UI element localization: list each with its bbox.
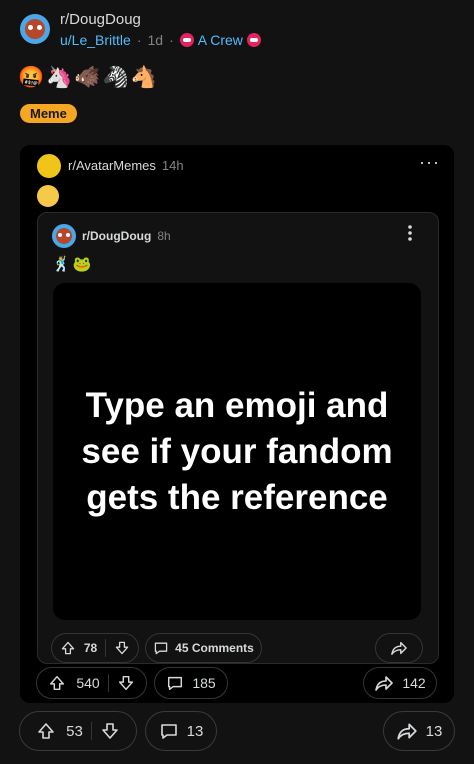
- post-vote-count: 53: [66, 722, 83, 740]
- divider: [107, 674, 109, 692]
- crosspost-age: 14h: [161, 158, 184, 173]
- crosspost-subreddit-avatar[interactable]: [37, 154, 61, 178]
- post-vote-bar: 53: [19, 711, 137, 751]
- inner-comments-label: 45 Comments: [175, 641, 254, 655]
- comment-icon: [153, 640, 169, 656]
- doug-face-icon: [25, 19, 45, 39]
- inner-header: r/DougDoug 8h: [82, 229, 171, 243]
- inner-title-emojis: 🕺 🐸: [52, 255, 91, 273]
- meta-separator: ·: [169, 32, 174, 48]
- comment-icon: [159, 721, 179, 741]
- inner-subreddit-avatar[interactable]: [52, 224, 76, 248]
- subreddit-name[interactable]: r/DougDoug: [60, 11, 141, 28]
- crosspost-vote-bar: 540: [36, 667, 147, 699]
- post-share-count: 13: [425, 722, 443, 740]
- crosspost-vote-count: 540: [76, 675, 100, 691]
- upvote-icon[interactable]: [36, 721, 56, 741]
- share-icon: [374, 674, 394, 692]
- inner-more-options-icon[interactable]: [404, 224, 416, 242]
- post-comments-count: 13: [186, 722, 204, 740]
- post-age: 1d: [147, 32, 164, 48]
- downvote-icon[interactable]: [100, 721, 120, 741]
- inner-vote-count: 78: [83, 641, 98, 655]
- crosspost-more-options-icon[interactable]: ···: [419, 152, 440, 173]
- user-flair-label: A Crew: [197, 32, 243, 48]
- meme-image[interactable]: Type an emoji and see if your fandom get…: [53, 283, 421, 620]
- inner-vote-bar: 78: [51, 633, 139, 663]
- emoji: 🐗: [74, 66, 101, 89]
- post-meta: u/Le_Brittle · 1d · A Crew: [60, 32, 261, 48]
- share-icon: [396, 721, 418, 741]
- crosspost-comments-count: 185: [192, 675, 216, 691]
- meme-caption: Type an emoji and see if your fandom get…: [81, 385, 393, 517]
- divider: [105, 639, 107, 657]
- crosspost-header: r/AvatarMemes 14h: [68, 158, 184, 173]
- upvote-icon[interactable]: [48, 674, 66, 692]
- crosspost-share-count: 142: [402, 675, 426, 691]
- moon-emoji-icon: [37, 185, 59, 207]
- upvote-icon[interactable]: [60, 640, 76, 656]
- share-icon: [390, 640, 408, 656]
- post-share-button[interactable]: 13: [383, 711, 455, 751]
- user-flair[interactable]: A Crew: [179, 32, 261, 48]
- emoji: 🐸: [72, 256, 92, 273]
- crosspost-share-button[interactable]: 142: [363, 667, 437, 699]
- post-flair-badge[interactable]: Meme: [20, 104, 77, 123]
- meta-separator: ·: [136, 32, 142, 48]
- divider: [90, 722, 92, 740]
- comment-icon: [166, 674, 184, 692]
- crosspost-subreddit-name[interactable]: r/AvatarMemes: [68, 158, 156, 173]
- inner-subreddit-name[interactable]: r/DougDoug: [82, 229, 151, 243]
- downvote-icon[interactable]: [114, 640, 130, 656]
- emoji: 🦄: [46, 66, 73, 89]
- subreddit-avatar[interactable]: [20, 14, 50, 44]
- downvote-icon[interactable]: [117, 674, 135, 692]
- crosspost-comments-button[interactable]: 185: [154, 667, 228, 699]
- author-link[interactable]: u/Le_Brittle: [60, 32, 131, 48]
- doug-face-icon: [56, 228, 72, 244]
- emoji: 🦓: [102, 66, 129, 89]
- emoji: 🐴: [130, 66, 157, 89]
- mouth-icon: [179, 33, 194, 47]
- mouth-icon: [246, 33, 261, 47]
- emoji: 🤬: [18, 66, 45, 89]
- inner-comments-button[interactable]: 45 Comments: [145, 633, 262, 663]
- post-title-emojis: 🤬 🦄 🐗 🦓 🐴: [18, 66, 157, 90]
- inner-age: 8h: [157, 229, 171, 243]
- post-comments-button[interactable]: 13: [145, 711, 217, 751]
- inner-share-button[interactable]: [375, 633, 423, 663]
- emoji: 🕺: [52, 256, 71, 273]
